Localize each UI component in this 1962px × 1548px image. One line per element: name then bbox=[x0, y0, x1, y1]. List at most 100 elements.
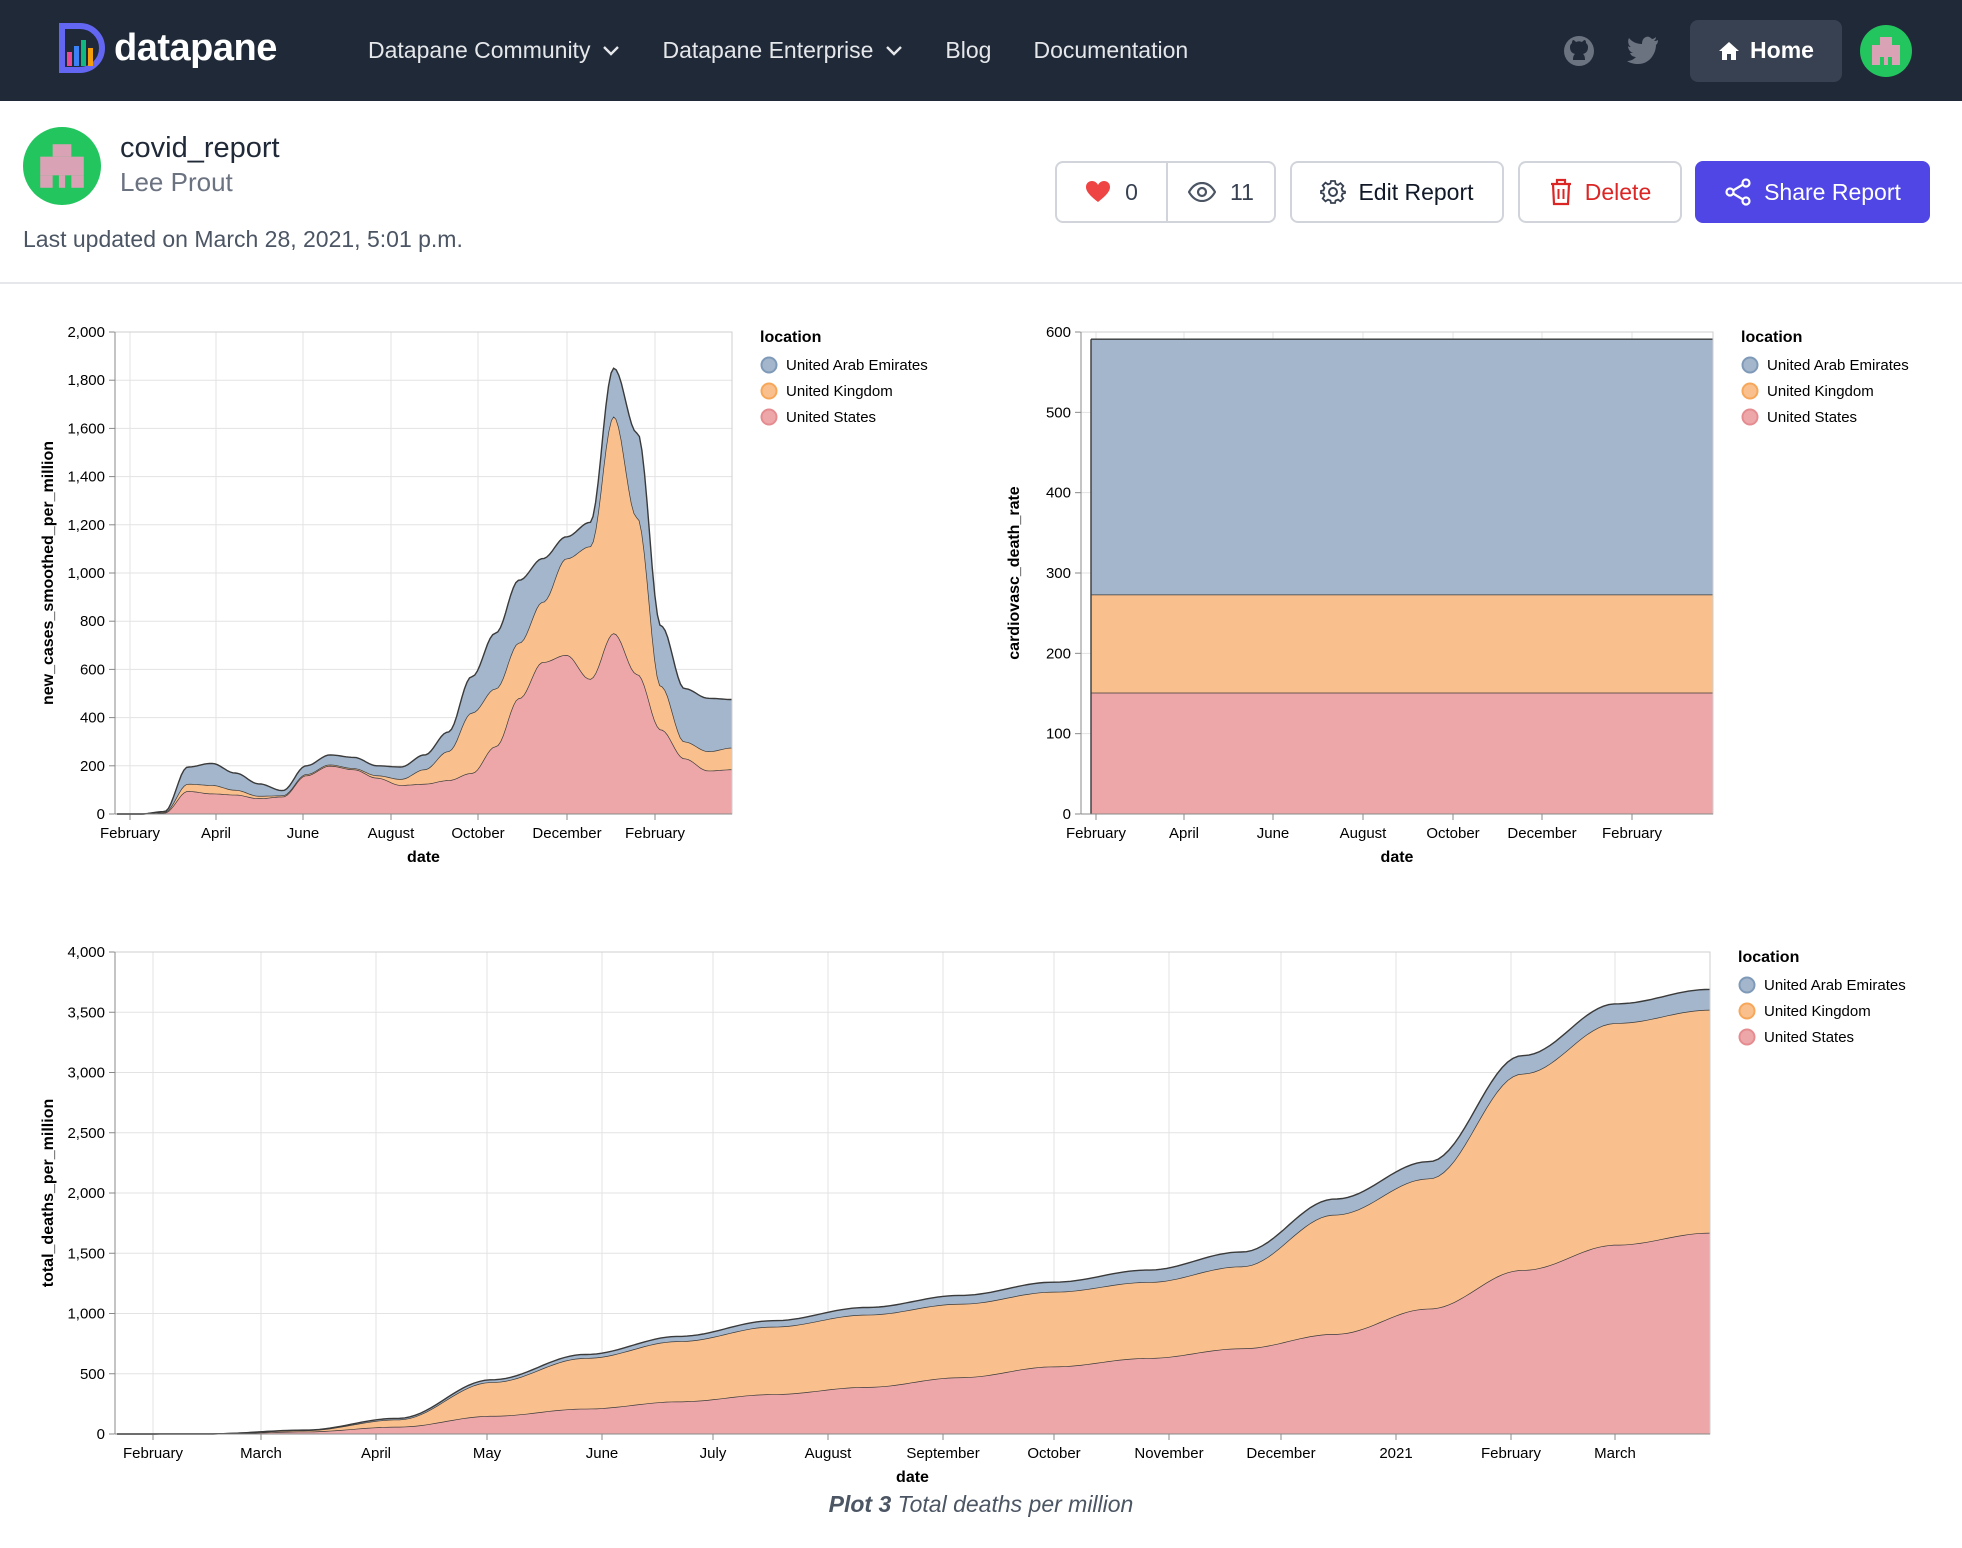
cardiovasc-chart: 0 100 200 300 400 500 600 February April June Augu… bbox=[1006, 324, 1909, 866]
y-tick-label: 400 bbox=[80, 710, 105, 727]
y-tick-label: 1,000 bbox=[67, 1306, 105, 1323]
datapane-logo-icon bbox=[59, 23, 105, 73]
nav-link-enterprise[interactable]: Datapane Enterprise bbox=[662, 37, 903, 64]
nav-links: Datapane Community Datapane Enterprise B… bbox=[368, 0, 1230, 101]
home-icon bbox=[1719, 41, 1740, 60]
home-button[interactable]: Home bbox=[1690, 19, 1842, 82]
y-tick-label: 500 bbox=[1046, 404, 1071, 421]
chevron-down-icon bbox=[603, 45, 620, 56]
header-divider bbox=[0, 282, 1962, 284]
plot-caption: Plot 3 Total deaths per million bbox=[0, 1491, 1962, 1518]
y-tick-label: 0 bbox=[97, 806, 105, 823]
stats-group: 0 11 bbox=[1055, 161, 1276, 223]
datapane-logo[interactable]: datapane bbox=[58, 22, 277, 74]
gear-icon bbox=[1320, 180, 1347, 204]
eye-icon bbox=[1188, 182, 1217, 202]
x-axis-title: date bbox=[1381, 849, 1414, 866]
y-tick-label: 2,500 bbox=[67, 1125, 105, 1142]
y-tick-label: 3,000 bbox=[67, 1065, 105, 1082]
home-label: Home bbox=[1750, 37, 1814, 63]
y-tick-label: 4,000 bbox=[67, 944, 105, 961]
x-tick-label: June bbox=[1257, 825, 1290, 842]
identicon-icon bbox=[40, 144, 84, 188]
x-tick-label: August bbox=[805, 1445, 853, 1462]
nav-right: Home bbox=[1562, 0, 1912, 101]
author-avatar[interactable] bbox=[23, 127, 101, 205]
y-tick-label: 200 bbox=[80, 758, 105, 775]
y-tick-label: 1,800 bbox=[67, 372, 105, 389]
x-tick-label: May bbox=[473, 1445, 502, 1462]
legend-label: United Kingdom bbox=[1764, 1003, 1871, 1020]
x-tick-label: April bbox=[1169, 825, 1199, 842]
area-united-kingdom bbox=[1091, 594, 1713, 693]
legend-label: United Arab Emirates bbox=[1767, 357, 1909, 374]
y-tick-label: 1,200 bbox=[67, 517, 105, 534]
heart-icon bbox=[1086, 181, 1111, 202]
y-tick-label: 1,600 bbox=[67, 420, 105, 437]
share-report-button[interactable]: Share Report bbox=[1695, 161, 1930, 223]
x-tick-label: June bbox=[586, 1445, 619, 1462]
nav-link-blog[interactable]: Blog bbox=[945, 37, 991, 64]
nav-link-label: Datapane Community bbox=[368, 37, 591, 63]
x-tick-label: August bbox=[1340, 825, 1388, 842]
last-updated: Last updated on March 28, 2021, 5:01 p.m… bbox=[23, 226, 463, 252]
nav-link-label: Datapane Enterprise bbox=[662, 37, 874, 63]
y-tick-label: 500 bbox=[80, 1366, 105, 1383]
edit-report-label: Edit Report bbox=[1358, 178, 1474, 205]
nav-link-documentation[interactable]: Documentation bbox=[1033, 37, 1188, 64]
y-axis-title: new_cases_smoothed_per_million bbox=[40, 441, 57, 705]
report-title: covid_report bbox=[120, 132, 280, 164]
x-tick-label: February bbox=[1066, 825, 1127, 842]
edit-report-button[interactable]: Edit Report bbox=[1290, 161, 1504, 223]
report-actions: 0 11 Edit Report Delete Share Report bbox=[1055, 161, 1930, 223]
x-axis-title: date bbox=[896, 1469, 929, 1486]
y-tick-label: 2,000 bbox=[67, 1185, 105, 1202]
y-tick-label: 1,400 bbox=[67, 469, 105, 486]
x-tick-label: 2021 bbox=[1379, 1445, 1412, 1462]
nav-link-community[interactable]: Datapane Community bbox=[368, 37, 620, 64]
y-tick-label: 100 bbox=[1046, 726, 1071, 743]
legend-label: United Arab Emirates bbox=[1764, 977, 1906, 994]
brand-name: datapane bbox=[114, 26, 277, 69]
area-united-states bbox=[1091, 692, 1713, 814]
trash-icon bbox=[1550, 178, 1571, 206]
legend-label: United Arab Emirates bbox=[786, 357, 928, 374]
x-tick-label: July bbox=[700, 1445, 727, 1462]
legend-swatch bbox=[1741, 382, 1759, 400]
caption-text: Total deaths per million bbox=[897, 1491, 1134, 1517]
x-tick-label: October bbox=[1027, 1445, 1080, 1462]
legend-label: United Kingdom bbox=[1767, 383, 1874, 400]
like-count: 0 bbox=[1125, 178, 1138, 205]
y-tick-label: 400 bbox=[1046, 485, 1071, 502]
user-avatar[interactable] bbox=[1860, 24, 1912, 77]
y-tick-label: 3,500 bbox=[67, 1004, 105, 1021]
twitter-icon[interactable] bbox=[1626, 36, 1660, 66]
x-tick-label: September bbox=[906, 1445, 979, 1462]
x-tick-label: February bbox=[1602, 825, 1663, 842]
legend-title: location bbox=[1738, 949, 1799, 966]
legend-swatch bbox=[1738, 1028, 1756, 1046]
x-tick-label: February bbox=[1481, 1445, 1542, 1462]
legend-title: location bbox=[1741, 329, 1802, 346]
x-tick-label: March bbox=[1594, 1445, 1636, 1462]
y-tick-label: 0 bbox=[1063, 806, 1071, 823]
y-axis-title: cardiovasc_death_rate bbox=[1006, 486, 1023, 660]
x-tick-label: December bbox=[1507, 825, 1576, 842]
legend-label: United States bbox=[786, 409, 876, 426]
delete-label: Delete bbox=[1584, 178, 1652, 205]
x-tick-label: June bbox=[287, 825, 320, 842]
delete-button[interactable]: Delete bbox=[1518, 161, 1682, 223]
legend-swatch bbox=[1738, 1002, 1756, 1020]
caption-prefix: Plot 3 bbox=[828, 1491, 892, 1517]
x-tick-label: November bbox=[1134, 1445, 1203, 1462]
new-cases-chart: 0 200 400 600 800 1,000 1,200 1,400 1,600 1,800 2,… bbox=[40, 324, 928, 866]
nav-link-label: Documentation bbox=[1033, 37, 1189, 63]
x-tick-label: December bbox=[1246, 1445, 1315, 1462]
legend-label: United Kingdom bbox=[786, 383, 893, 400]
share-icon bbox=[1725, 178, 1751, 206]
x-tick-label: August bbox=[368, 825, 416, 842]
like-button[interactable]: 0 bbox=[1057, 163, 1168, 221]
report-author[interactable]: Lee Prout bbox=[120, 167, 233, 198]
y-tick-label: 2,000 bbox=[67, 324, 105, 341]
github-icon[interactable] bbox=[1562, 34, 1596, 68]
